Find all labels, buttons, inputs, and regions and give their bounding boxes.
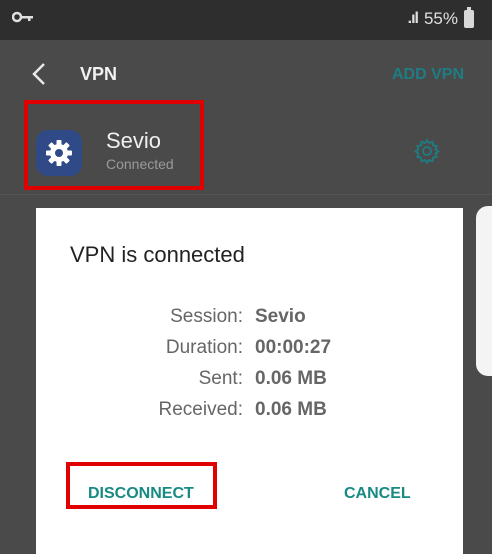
add-vpn-button[interactable]: ADD VPN [392,66,464,84]
vpn-key-icon [11,10,34,29]
divider [0,194,492,195]
battery-icon [464,7,474,28]
received-row: Received: 0.06 MB [36,399,463,427]
status-bar: .ıl 55% [0,0,492,40]
duration-label: Duration: [165,337,243,358]
background-card-edge [476,206,492,376]
sent-value: 0.06 MB [255,368,327,389]
highlight-disconnect-button [66,462,217,509]
session-row: Session: Sevio [36,306,463,334]
received-label: Received: [158,399,244,420]
duration-row: Duration: 00:00:27 [36,337,463,365]
sent-row: Sent: 0.06 MB [36,368,463,396]
session-label: Session: [170,306,243,327]
cancel-button[interactable]: CANCEL [344,485,411,503]
battery-percent: 55% [423,9,458,28]
signal-icon: .ıl [407,10,419,27]
page-title: VPN [80,64,118,84]
duration-value: 00:00:27 [255,337,332,358]
received-value: 0.06 MB [255,399,327,420]
session-value: Sevio [255,306,306,327]
highlight-vpn-item [24,100,204,190]
dialog-title: VPN is connected [70,242,245,267]
back-arrow-icon[interactable] [26,60,54,88]
sent-label: Sent: [198,368,243,389]
gear-icon[interactable] [413,138,441,165]
